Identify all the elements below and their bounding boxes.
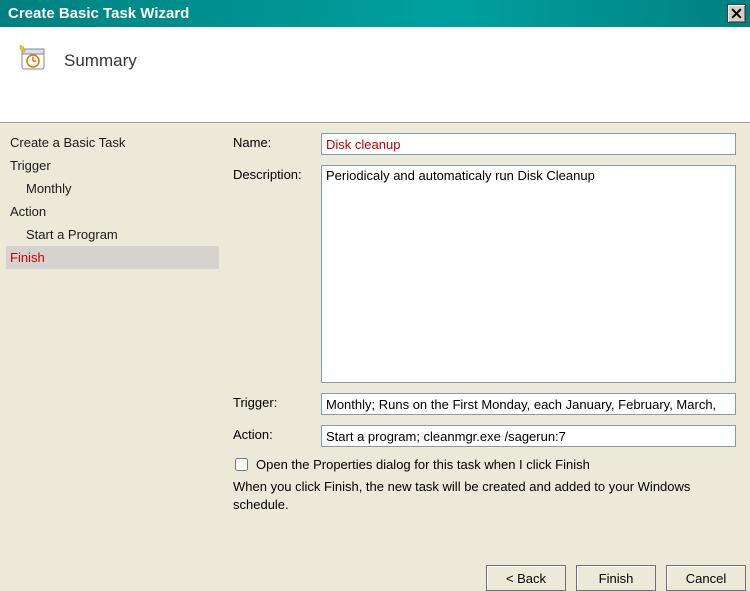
- back-button[interactable]: < Back: [486, 565, 566, 591]
- close-button[interactable]: [727, 4, 746, 23]
- cancel-button[interactable]: Cancel: [666, 565, 746, 591]
- task-icon: [18, 43, 46, 71]
- action-value: Start a program; cleanmgr.exe /sagerun:7: [321, 425, 736, 447]
- open-properties-checkbox[interactable]: [235, 458, 248, 471]
- wizard-header: Summary: [0, 27, 750, 123]
- page-title: Summary: [64, 51, 137, 71]
- finish-button[interactable]: Finish: [576, 565, 656, 591]
- name-label: Name:: [233, 133, 321, 155]
- open-properties-label: Open the Properties dialog for this task…: [256, 457, 590, 472]
- sidebar-item-finish[interactable]: Finish: [6, 246, 219, 269]
- window-title: Create Basic Task Wizard: [8, 5, 727, 22]
- wizard-body: Create a Basic Task Trigger Monthly Acti…: [0, 123, 750, 558]
- action-label: Action:: [233, 425, 321, 447]
- close-icon: [731, 8, 742, 19]
- sidebar-item-start-program[interactable]: Start a Program: [6, 223, 219, 246]
- wizard-sidebar: Create a Basic Task Trigger Monthly Acti…: [0, 123, 225, 558]
- wizard-content: Name: Description: Trigger: Monthly; Run…: [225, 123, 750, 558]
- description-textarea[interactable]: [321, 165, 736, 383]
- trigger-label: Trigger:: [233, 393, 321, 415]
- titlebar[interactable]: Create Basic Task Wizard: [0, 0, 750, 27]
- sidebar-item-action[interactable]: Action: [6, 200, 219, 223]
- finish-hint: When you click Finish, the new task will…: [233, 478, 736, 513]
- wizard-buttons: < Back Finish Cancel: [486, 559, 750, 591]
- trigger-value: Monthly; Runs on the First Monday, each …: [321, 393, 736, 415]
- sidebar-item-create-basic-task[interactable]: Create a Basic Task: [6, 131, 219, 154]
- name-input[interactable]: [321, 133, 736, 155]
- description-label: Description:: [233, 165, 321, 383]
- sidebar-item-monthly[interactable]: Monthly: [6, 177, 219, 200]
- sidebar-item-trigger[interactable]: Trigger: [6, 154, 219, 177]
